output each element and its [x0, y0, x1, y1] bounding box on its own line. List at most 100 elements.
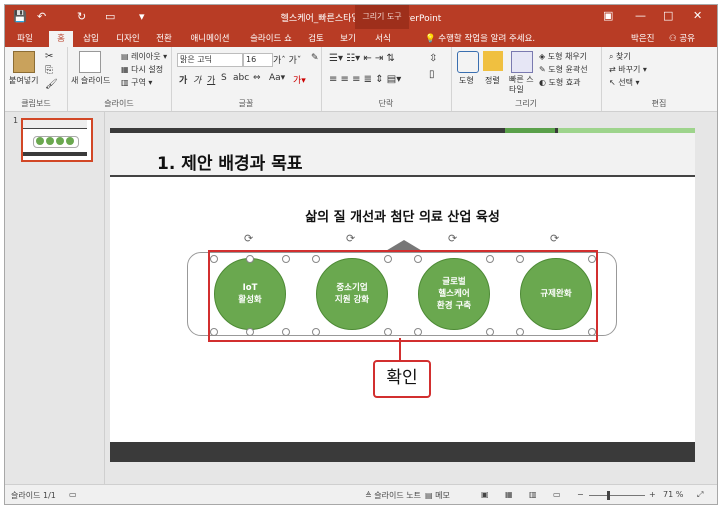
paste-icon[interactable] — [13, 51, 35, 73]
close-icon[interactable]: ✕ — [693, 9, 702, 22]
slide-sorter-icon[interactable]: ▦ — [505, 490, 513, 499]
comment-icon: ▤ — [425, 491, 436, 500]
underline-icon[interactable]: 가 — [207, 73, 215, 86]
format-painter-icon[interactable]: 🖌 — [45, 79, 58, 90]
reading-view-icon[interactable]: ▥ — [529, 490, 537, 499]
group-paragraph: ☰▾ ☷▾ ⇤ ⇥ ⇅ ≡ ≡ ≡ ≣ ⇕ ▤▾ ⇳ ▯ 단락 — [321, 47, 452, 111]
tab-animations[interactable]: 애니메이션 — [183, 31, 237, 47]
font-name-select[interactable]: 맑은 고딕 — [177, 53, 243, 67]
section-icon: ▥ — [121, 78, 132, 87]
group-clipboard: 붙여넣기 ✂ ⎘ 🖌 클립보드 — [5, 47, 68, 111]
minimize-icon[interactable]: — — [635, 9, 646, 22]
select-button[interactable]: ↖ 선택 ▾ — [609, 77, 640, 88]
ribbon: 붙여넣기 ✂ ⎘ 🖌 클립보드 새 슬라이드 ▤ 레이아웃 ▾ ▦ 다시 설정 … — [5, 47, 717, 112]
text-direction-icon[interactable]: ⇳ — [429, 53, 437, 64]
comments-button[interactable]: ▤ 메모 — [425, 490, 450, 501]
zoom-slider-thumb[interactable] — [607, 491, 610, 500]
tab-format[interactable]: 서식 — [369, 31, 397, 47]
effect-icon: ◐ — [539, 78, 549, 87]
slide-title[interactable]: 1. 제안 배경과 목표 — [157, 149, 303, 174]
maximize-icon[interactable]: □ — [663, 9, 673, 22]
zoom-slider[interactable] — [589, 495, 645, 496]
zoom-out-icon[interactable]: − — [577, 490, 584, 499]
user-name[interactable]: 박은진 — [631, 31, 654, 47]
tab-review[interactable]: 검토 — [303, 31, 329, 47]
shape-effect-button[interactable]: ◐ 도형 효과 — [539, 77, 581, 88]
tab-view[interactable]: 보기 — [335, 31, 361, 47]
tab-slideshow[interactable]: 슬라이드 쇼 — [243, 31, 299, 47]
tab-design[interactable]: 디자인 — [111, 31, 145, 47]
thumbnail-title-band — [23, 120, 87, 129]
font-size-select[interactable]: 16 — [243, 53, 273, 67]
zoom-in-icon[interactable]: + — [649, 490, 656, 499]
reset-button[interactable]: ▦ 다시 설정 — [121, 64, 163, 75]
callout-connector — [399, 338, 401, 360]
shape-fill-button[interactable]: ◈ 도형 채우기 — [539, 51, 587, 62]
share-button[interactable]: ⚇ 공유 — [669, 31, 695, 47]
shape-label[interactable]: 도형 — [459, 75, 474, 86]
copy-icon[interactable]: ⎘ — [45, 65, 53, 76]
clear-format-icon[interactable]: ✎ — [311, 53, 319, 63]
strikethrough-icon[interactable]: abc — [233, 73, 249, 83]
char-spacing-icon[interactable]: ⇔ — [253, 73, 261, 83]
rotate-handle-icon[interactable]: ⟳ — [550, 232, 559, 245]
group-drawing: 도형 정렬 빠른 스타일 ◈ 도형 채우기 ✎ 도형 윤곽선 ◐ 도형 효과 그… — [451, 47, 602, 111]
thumbnail-circle — [56, 137, 64, 145]
replace-icon: ⇄ — [609, 65, 619, 74]
rotate-handle-icon[interactable]: ⟳ — [346, 232, 355, 245]
slides-group-label: 슬라이드 — [104, 99, 134, 108]
shape-outline-button[interactable]: ✎ 도형 윤곽선 — [539, 64, 588, 75]
replace-button[interactable]: ⇄ 바꾸기 ▾ — [609, 64, 647, 75]
slide-subtitle[interactable]: 삶의 질 개선과 첨단 의료 산업 육성 — [110, 206, 695, 225]
change-case-icon[interactable]: Aa▾ — [269, 73, 285, 83]
spell-check-icon[interactable]: ▭ — [69, 490, 77, 499]
font-color-icon[interactable]: 가▾ — [293, 73, 306, 86]
fit-to-window-icon[interactable]: ⤢ — [697, 490, 703, 500]
bullets-icon[interactable]: ☰▾ ☷▾ ⇤ ⇥ ⇅ — [329, 53, 395, 64]
slide-thumbnail[interactable] — [21, 118, 93, 162]
slide[interactable]: 1. 제안 배경과 목표 삶의 질 개선과 첨단 의료 산업 육성 IoT 활성화… — [110, 128, 695, 462]
thumbnail-number: 1 — [13, 116, 19, 125]
grow-font-icon[interactable]: 가ˆ 가ˇ — [273, 53, 301, 66]
bold-icon[interactable]: 가 — [179, 73, 187, 86]
align-text-icon[interactable]: ▯ — [429, 69, 435, 80]
thumbnail-circle — [36, 137, 44, 145]
tell-me-text: 수행할 작업을 알려 주세요. — [438, 34, 536, 44]
notes-button[interactable]: ≜ 슬라이드 노트 — [365, 490, 421, 501]
lightbulb-icon: 💡 — [425, 34, 439, 44]
find-button[interactable]: ⌕ 찾기 — [609, 51, 631, 62]
paste-label[interactable]: 붙여넣기 — [9, 75, 38, 86]
tab-transitions[interactable]: 전환 — [151, 31, 177, 47]
new-slide-label[interactable]: 새 슬라이드 — [71, 75, 110, 86]
align-icon[interactable]: ≡ ≡ ≡ ≣ ⇕ ▤▾ — [329, 74, 401, 85]
arrange-icon[interactable] — [483, 51, 503, 71]
arrange-label[interactable]: 정렬 — [485, 75, 500, 86]
italic-icon[interactable]: 가 — [193, 73, 201, 86]
thumbnail-circle — [46, 137, 54, 145]
tell-me-search[interactable]: 💡 수행할 작업을 알려 주세요. — [425, 31, 535, 47]
thumbnail-bottom-bar — [23, 152, 87, 156]
slideshow-view-icon[interactable]: ▭ — [553, 490, 561, 499]
shadow-icon[interactable]: S — [221, 73, 227, 83]
rotate-handle-icon[interactable]: ⟳ — [244, 232, 253, 245]
section-button[interactable]: ▥ 구역 ▾ — [121, 77, 152, 88]
rotate-handle-icon[interactable]: ⟳ — [448, 232, 457, 245]
ribbon-display-icon[interactable]: ▣ — [603, 9, 613, 22]
shapes-icon[interactable] — [457, 51, 479, 73]
group-editing: ⌕ 찾기 ⇄ 바꾸기 ▾ ↖ 선택 ▾ 편집 — [601, 47, 717, 111]
tab-insert[interactable]: 삽입 — [77, 31, 105, 47]
paragraph-group-label: 단락 — [378, 99, 394, 108]
quick-style-label[interactable]: 빠른 스타일 — [509, 75, 539, 95]
new-slide-icon[interactable] — [79, 51, 101, 73]
group-font: 맑은 고딕 16 가ˆ 가ˇ ✎ 가 가 가 S abc ⇔ Aa▾ 가▾ 글꼴 — [171, 47, 322, 111]
tab-file[interactable]: 파일 — [11, 31, 39, 47]
zoom-level[interactable]: 71 % — [663, 490, 683, 499]
quick-style-icon[interactable] — [511, 51, 533, 73]
cursor-icon: ↖ — [609, 78, 619, 87]
layout-button[interactable]: ▤ 레이아웃 ▾ — [121, 51, 167, 62]
paint-bucket-icon: ◈ — [539, 52, 548, 61]
tab-home[interactable]: 홈 — [49, 31, 73, 47]
normal-view-icon[interactable]: ▣ — [481, 490, 489, 499]
slide-thumbnails-pane: 1 — [5, 112, 105, 484]
cut-icon[interactable]: ✂ — [45, 51, 53, 62]
